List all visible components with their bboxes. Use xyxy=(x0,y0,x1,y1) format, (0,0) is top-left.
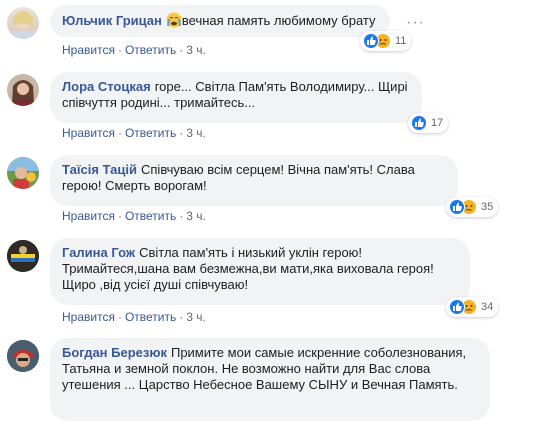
comment-bubble: Галина Гож Світла пам'ять і низький уклін… xyxy=(50,238,470,305)
comment-actions: Нравится · Ответить · 3 ч. xyxy=(62,310,206,324)
comment-bubble: Лора Стоцкая горе... Світла Пам'ять Волод… xyxy=(50,72,422,123)
like-link[interactable]: Нравится xyxy=(62,43,115,57)
like-reaction-icon xyxy=(449,199,465,215)
comment-author[interactable]: Таїсія Тацій xyxy=(62,162,137,177)
comment-author[interactable]: Лора Стоцкая xyxy=(62,79,151,94)
comment-author[interactable]: Галина Гож xyxy=(62,245,135,260)
more-options-icon[interactable]: ··· xyxy=(406,14,425,32)
reactions-badge[interactable]: 35 xyxy=(446,197,499,217)
reactions-badge[interactable]: 34 xyxy=(446,297,499,317)
like-reaction-icon xyxy=(449,299,465,315)
avatar[interactable] xyxy=(7,240,39,272)
avatar[interactable] xyxy=(7,74,39,106)
like-link[interactable]: Нравится xyxy=(62,209,115,223)
reply-link[interactable]: Ответить xyxy=(125,310,176,324)
avatar[interactable] xyxy=(7,7,39,39)
comment-bubble: Таїсія Тацій Співчуваю всім серцем! Вічна… xyxy=(50,155,458,206)
reaction-count: 11 xyxy=(395,35,407,47)
comment-actions: Нравится · Ответить · 3 ч. xyxy=(62,126,206,140)
comment-bubble: Богдан Березюк Примите мои самые искренни… xyxy=(50,338,490,421)
like-link[interactable]: Нравится xyxy=(62,310,115,324)
reaction-count: 35 xyxy=(481,201,494,213)
comment-actions: Нравится · Ответить · 3 ч. xyxy=(62,43,206,57)
comment-actions: Нравится · Ответить · 3 ч. xyxy=(62,209,206,223)
comment-author[interactable]: Юльчик Грицан xyxy=(62,13,162,28)
timestamp[interactable]: 3 ч. xyxy=(186,126,206,140)
timestamp[interactable]: 3 ч. xyxy=(186,43,206,57)
comment-text: вечная память любимому брату xyxy=(181,13,376,28)
reply-link[interactable]: Ответить xyxy=(125,126,176,140)
timestamp[interactable]: 3 ч. xyxy=(186,209,206,223)
avatar[interactable] xyxy=(7,157,39,189)
reactions-badge[interactable]: 17 xyxy=(408,113,449,133)
like-reaction-icon xyxy=(411,115,427,131)
crying-face-icon xyxy=(166,12,182,28)
reaction-count: 34 xyxy=(481,301,494,313)
like-link[interactable]: Нравится xyxy=(62,126,115,140)
reply-link[interactable]: Ответить xyxy=(125,209,176,223)
reactions-badge[interactable]: 11 xyxy=(360,31,412,51)
comment-bubble: Юльчик Грицан вечная память любимому брат… xyxy=(50,5,390,37)
avatar[interactable] xyxy=(7,340,39,372)
reaction-count: 17 xyxy=(431,117,444,129)
comment-author[interactable]: Богдан Березюк xyxy=(62,345,167,360)
timestamp[interactable]: 3 ч. xyxy=(186,310,206,324)
reply-link[interactable]: Ответить xyxy=(125,43,176,57)
like-reaction-icon xyxy=(363,33,379,49)
